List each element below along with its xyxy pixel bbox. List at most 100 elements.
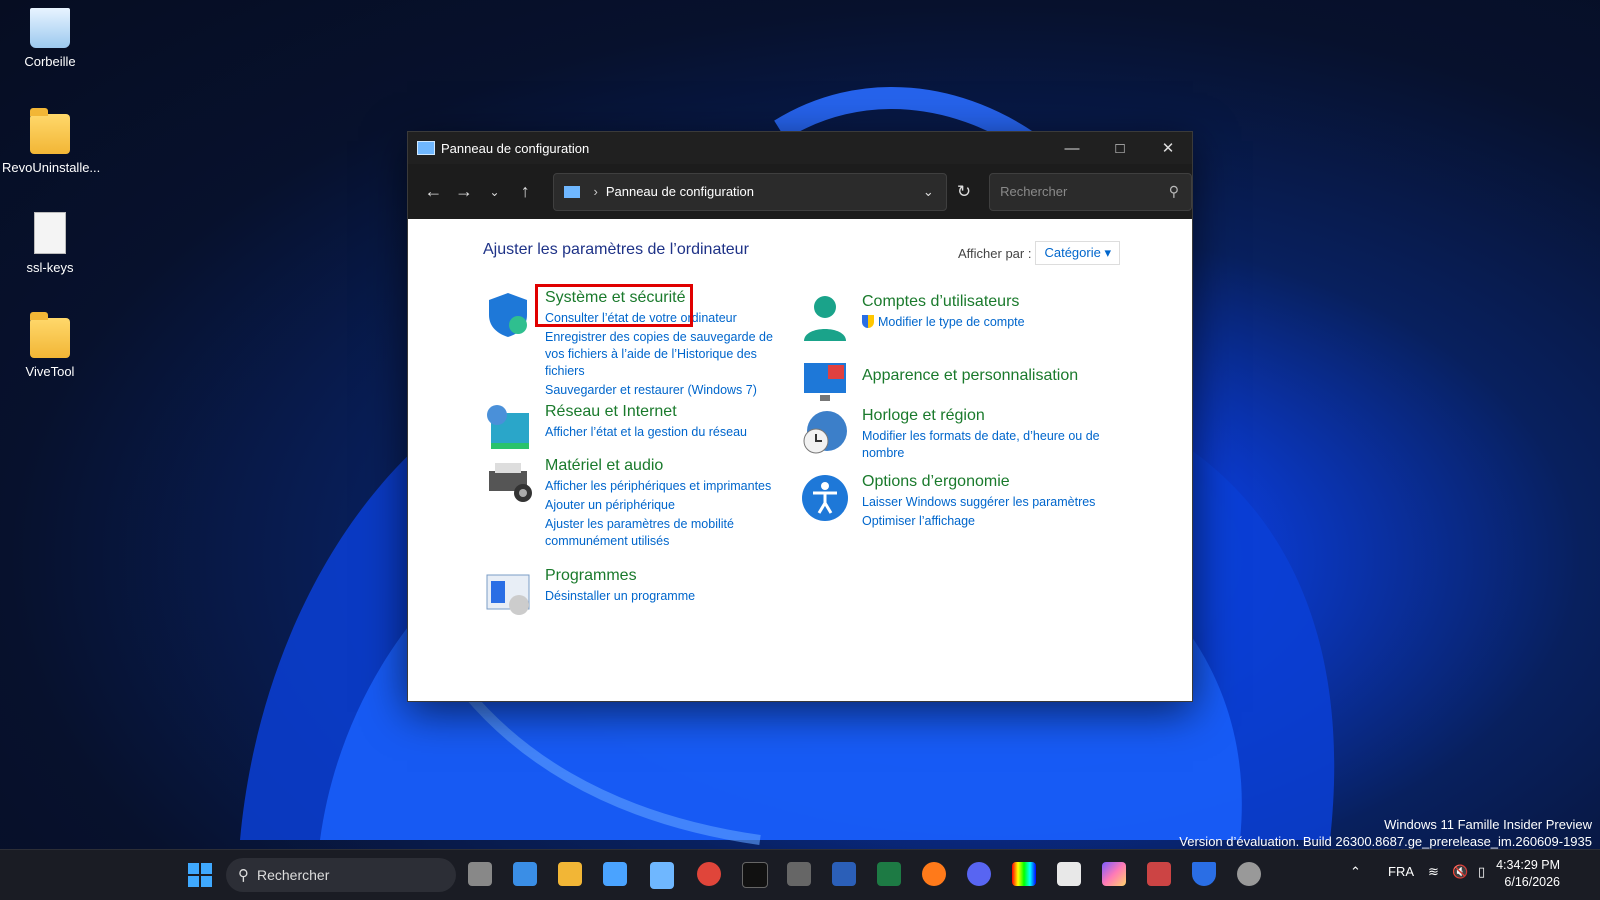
category-user-accounts: Comptes d’utilisateurs Modifier le type … [800,293,1100,343]
close-button[interactable]: ✕ [1144,132,1192,164]
uac-shield-icon [862,315,874,328]
clock-date: 6/16/2026 [1504,875,1560,889]
firefox-icon[interactable] [922,862,946,886]
category-title[interactable]: Comptes d’utilisateurs [862,293,1025,311]
folder-icon [30,108,70,154]
search-icon: ⚲ [1168,183,1180,199]
category-link[interactable]: Afficher les périphériques et imprimante… [545,478,793,495]
battery-icon[interactable]: ▯ [1478,864,1485,880]
window-title: Panneau de configuration [441,140,590,156]
clock[interactable]: 4:34:29 PM 6/16/2026 [1496,857,1560,891]
folder-icon [30,312,70,358]
refresh-button[interactable]: ↻ [957,182,971,202]
desktop-icon-label: ViveTool [25,364,75,379]
category-programs: Programmes Désinstaller un programme [483,567,793,617]
search-box[interactable]: ⚲ [989,172,1193,211]
view-by-control: Afficher par : Catégorie ▾ [958,241,1120,265]
desktop-icon-vivetool[interactable]: ViveTool [2,312,98,379]
category-network-internet: Réseau et Internet Afficher l’état et la… [483,403,793,453]
category-link-text: Modifier le type de compte [878,315,1025,329]
chevron-up-icon[interactable]: ⌃ [1350,864,1361,880]
tool-icon[interactable] [1147,862,1171,886]
category-title[interactable]: Options d’ergonomie [862,473,1095,491]
category-title[interactable]: Apparence et personnalisation [862,367,1078,385]
word-icon[interactable] [832,862,856,886]
defender-shield-icon[interactable] [1192,862,1216,886]
printer-icon [489,463,532,502]
color-app-icon[interactable] [1012,862,1036,886]
maximize-button[interactable]: □ [1096,132,1144,164]
desktop-icon-revouninstaller[interactable]: RevoUninstalle... [2,108,101,175]
recent-locations-button[interactable]: ⌄ [479,185,510,199]
windows-watermark: Windows 11 Famille Insider Preview Versi… [1179,816,1592,850]
notepad-icon[interactable] [603,862,627,886]
category-link[interactable]: Enregistrer des copies de sauvegarde de … [545,329,793,380]
wifi-icon[interactable]: ≋ [1428,864,1439,880]
settings-gear-icon[interactable] [1237,862,1261,886]
programs-icon [486,574,530,615]
chevron-down-icon[interactable]: ⌄ [911,184,946,200]
start-button[interactable] [188,863,212,887]
view-by-label: Afficher par : [958,245,1032,261]
desktop-icon-label: RevoUninstalle... [2,160,101,175]
minimize-button[interactable]: — [1048,132,1096,164]
control-panel-icon [563,185,580,198]
chrome-icon[interactable] [697,862,721,886]
copilot-icon[interactable] [1102,862,1126,886]
chevron-right-icon: › [593,184,598,199]
photos-icon[interactable] [513,862,537,886]
up-button[interactable]: ↑ [510,181,541,202]
category-link[interactable]: Sauvegarder et restaurer (Windows 7) [545,382,793,399]
view-by-dropdown[interactable]: Catégorie ▾ [1035,241,1120,265]
address-bar[interactable]: › Panneau de configuration ⌄ [552,172,947,211]
category-title[interactable]: Horloge et région [862,407,1102,425]
page-heading: Ajuster les paramètres de l’ordinateur [483,241,749,258]
search-input[interactable] [998,183,1163,200]
back-button[interactable]: ← [418,181,449,202]
clock-time: 4:34:29 PM [1496,858,1560,872]
file-explorer-icon[interactable] [558,862,582,886]
store-icon[interactable] [1057,862,1081,886]
category-title[interactable]: Réseau et Internet [545,403,747,421]
forward-button[interactable]: → [449,181,480,202]
language-indicator[interactable]: FRA [1388,864,1414,879]
category-title[interactable]: Programmes [545,567,695,585]
recycle-bin-icon [30,8,70,48]
user-icon [804,296,846,341]
network-globe-icon [487,405,529,449]
volume-muted-icon[interactable]: 🔇 [1452,864,1468,880]
address-text: Panneau de configuration [605,184,755,199]
category-link[interactable]: Ajuster les paramètres de mobilité commu… [545,516,793,550]
category-clock-region: Horloge et région Modifier les formats d… [800,407,1100,462]
category-link[interactable]: Désinstaller un programme [545,588,695,605]
category-link[interactable]: Ajouter un périphérique [545,497,793,514]
desktop-icon-recycle-bin[interactable]: Corbeille [2,8,98,69]
control-panel-window: Panneau de configuration — □ ✕ ← → ⌄ ↑ ›… [407,131,1193,702]
control-panel-icon [417,141,435,155]
taskbar-search[interactable]: ⚲ Rechercher [226,858,456,892]
category-link[interactable]: Optimiser l’affichage [862,513,1095,530]
control-panel-taskbar-icon[interactable] [650,862,674,889]
category-link[interactable]: Laisser Windows suggérer les paramètres [862,494,1095,511]
task-view-icon[interactable] [468,862,492,886]
excel-icon[interactable] [877,862,901,886]
desktop-icon-ssl-keys[interactable]: ssl-keys [2,212,98,275]
discord-icon[interactable] [967,862,991,886]
title-bar[interactable]: Panneau de configuration — □ ✕ [408,132,1192,164]
category-link[interactable]: Afficher l’état et la gestion du réseau [545,424,747,441]
category-ease-of-access: Options d’ergonomie Laisser Windows sugg… [800,473,1100,530]
category-title[interactable]: Matériel et audio [545,457,793,475]
shield-icon [489,293,527,337]
terminal-icon[interactable] [742,862,768,888]
monitor-icon [804,363,846,401]
navigation-bar: ← → ⌄ ↑ › Panneau de configuration ⌄ ↻ ⚲ [408,164,1193,219]
clock-globe-icon [803,411,847,454]
watermark-line: Version d’évaluation. Build 26300.8687.g… [1179,834,1592,849]
category-appearance: Apparence et personnalisation [800,355,1100,405]
control-panel-content: Ajuster les paramètres de l’ordinateur A… [408,219,1192,701]
desktop-icon-label: Corbeille [24,54,76,69]
category-link[interactable]: Modifier le type de compte [862,314,1025,331]
taskbar: ⚲ Rechercher ⌃ FRA ≋ 🔇 ▯ 4:34:29 PM 6/16… [0,849,1600,900]
calculator-icon[interactable] [787,862,811,886]
category-link[interactable]: Modifier les formats de date, d’heure ou… [862,428,1102,462]
